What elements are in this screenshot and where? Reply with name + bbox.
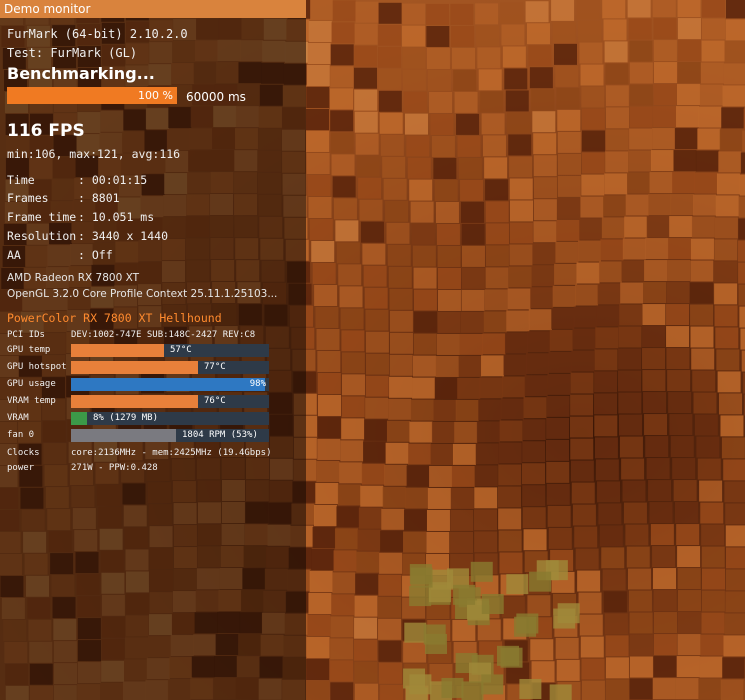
sensor-label: VRAM [7,413,29,423]
sensor-bar-fill [71,429,176,442]
sensor-bar-track: 76°C [71,395,269,408]
frames-label: Frames [7,191,49,205]
sensor-bar-fill [71,361,198,374]
pci-value: DEV:1002-747E SUB:148C-2427 REV:C8 [71,330,256,340]
time-value: : 00:01:15 [78,173,148,187]
sensor-value: 8% (1279 MB) [93,413,159,423]
sensor-label: GPU usage [7,379,56,389]
app-version: FurMark (64-bit) 2.10.2.0 [7,27,188,41]
sensor-label: GPU temp [7,345,51,355]
panel-title: Demo monitor [4,2,91,16]
power-value: 271W - PPW:0.428 [71,463,158,473]
sensor-bar-track: 77°C [71,361,269,374]
fps-stats: min:106, max:121, avg:116 [7,147,181,161]
demo-monitor-panel: Demo monitor FurMark (64-bit) 2.10.2.0 T… [0,0,306,700]
aa-value: : Off [78,248,113,262]
furmark-window: Demo monitor FurMark (64-bit) 2.10.2.0 T… [0,0,745,700]
gpu-name: AMD Radeon RX 7800 XT [7,272,140,284]
sensor-bar-fill [71,344,164,357]
panel-title-bar[interactable]: Demo monitor [0,0,306,18]
card-name: PowerColor RX 7800 XT Hellhound [7,311,222,325]
power-label: power [7,463,35,473]
sensor-label: GPU hotspot [7,362,67,372]
sensor-bar-track: 8% (1279 MB) [71,412,269,425]
clocks-value: core:2136MHz - mem:2425MHz (19.4Gbps) [71,448,272,458]
sensor-value: 76°C [204,396,226,406]
sensor-value: 98% [249,379,266,389]
frames-value: : 8801 [78,191,120,205]
sensor-bar-fill [71,412,87,425]
pci-label: PCI IDs [7,330,45,340]
sensor-bar-track: 1804 RPM (53%) [71,429,269,442]
resolution-value: : 3440 x 1440 [78,229,169,243]
frametime-label: Frame time [7,210,77,224]
benchmark-duration: 60000 ms [186,90,246,104]
sensor-value: 1804 RPM (53%) [182,430,258,440]
sensor-bar-track: 98% [71,378,269,391]
sensor-label: VRAM temp [7,396,56,406]
sensor-label: fan 0 [7,430,35,440]
sensor-value: 77°C [204,362,226,372]
frametime-value: : 10.051 ms [78,210,155,224]
resolution-label: Resolution [7,229,77,243]
clocks-label: Clocks [7,448,40,458]
progress-percent: 100 % [138,89,173,102]
test-name: Test: FurMark (GL) [7,46,138,60]
sensor-value: 57°C [170,345,192,355]
sensor-bar-fill [71,378,265,391]
sensor-bar-track: 57°C [71,344,269,357]
benchmark-status: Benchmarking... [7,64,155,83]
aa-label: AA [7,248,21,262]
time-label: Time [7,173,35,187]
gl-context: OpenGL 3.2.0 Core Profile Context 25.11.… [7,288,278,300]
fps-current: 116 FPS [7,121,85,141]
sensor-bar-fill [71,395,198,408]
